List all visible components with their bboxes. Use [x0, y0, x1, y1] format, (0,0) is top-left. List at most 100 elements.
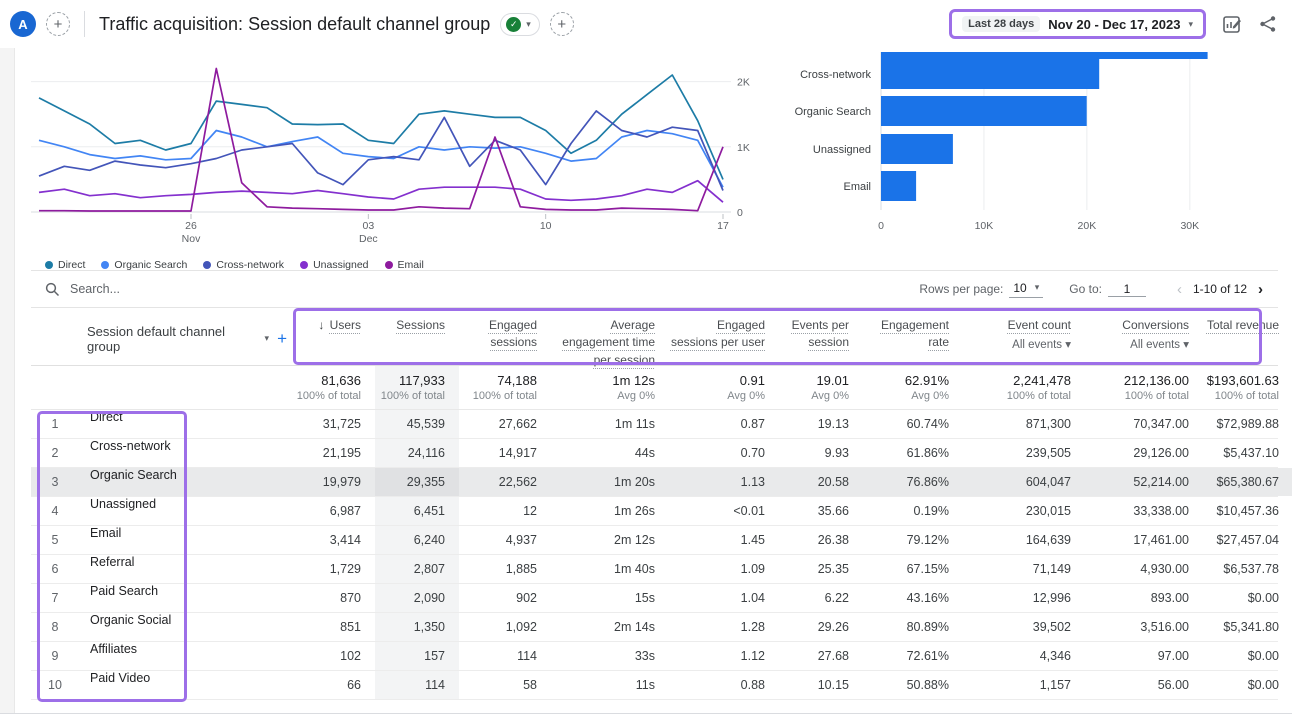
table-row[interactable]: 3Organic Search19,97929,35522,5621m 20s1… [31, 468, 1278, 497]
column-header-users[interactable]: ↓ Users [287, 308, 375, 369]
row-number: 10 [31, 671, 79, 699]
legend-dot-icon [203, 261, 211, 269]
table-row[interactable]: 4Unassigned6,9876,451121m 26s<0.0135.660… [31, 497, 1278, 526]
table-row[interactable]: 6Referral1,7292,8071,8851m 40s1.0925.356… [31, 555, 1278, 584]
column-label[interactable]: Total revenue [1207, 318, 1279, 332]
chevron-down-icon: ▾ [526, 19, 531, 30]
column-header-average-engagement-time-per-session[interactable]: Average engagement time per session [551, 308, 669, 369]
legend-item-cross-network[interactable]: Cross-network [203, 259, 284, 271]
metric-cell: 24,116 [375, 439, 459, 467]
column-header-engagement-rate[interactable]: Engagement rate [863, 308, 963, 369]
metric-cell: 31,725 [287, 410, 375, 438]
column-label[interactable]: Engaged sessions [489, 318, 537, 349]
search-input[interactable] [70, 282, 370, 296]
rows-per-page-select[interactable]: 10 ▾ [1009, 281, 1043, 298]
legend-item-email[interactable]: Email [385, 259, 424, 271]
table-row[interactable]: 5Email3,4146,2404,9372m 12s1.4526.3879.1… [31, 526, 1278, 555]
column-label[interactable]: Event count [1008, 318, 1071, 332]
column-label[interactable]: Events per session [792, 318, 849, 349]
column-event-filter[interactable]: All events ▾ [1130, 337, 1189, 354]
metric-cell: 1.28 [669, 613, 779, 641]
add-dimension-icon[interactable]: + [277, 329, 287, 349]
column-label[interactable]: Engagement rate [881, 318, 949, 349]
column-header-total-revenue[interactable]: Total revenue [1203, 308, 1292, 369]
svg-text:17: 17 [717, 220, 729, 232]
table-row[interactable]: 2Cross-network21,19524,11614,91744s0.709… [31, 439, 1278, 468]
column-label[interactable]: Conversions [1122, 318, 1189, 332]
metric-cell: 871,300 [963, 410, 1085, 438]
totals-value: 19.01 [816, 373, 849, 388]
totals-sub-label: 100% of total [381, 390, 445, 402]
metric-cell: $0.00 [1203, 584, 1292, 612]
table-search[interactable] [45, 282, 919, 297]
channel-name: Organic Social [79, 613, 287, 641]
metric-cell: 1m 11s [551, 410, 669, 438]
report-saved-badge[interactable]: ✓ ▾ [500, 13, 540, 36]
metric-cell: 14,917 [459, 439, 551, 467]
legend-item-direct[interactable]: Direct [45, 259, 85, 271]
chevron-down-icon: ▾ [1188, 19, 1193, 30]
legend-item-organic-search[interactable]: Organic Search [101, 259, 187, 271]
add-comparison-icon[interactable]: + [46, 12, 70, 36]
metric-cell: 1,885 [459, 555, 551, 583]
column-header-event-count[interactable]: Event count All events ▾ [963, 308, 1085, 369]
metric-cell: 1,092 [459, 613, 551, 641]
column-event-filter[interactable]: All events ▾ [1012, 337, 1071, 354]
metric-cell: 17,461.00 [1085, 526, 1203, 554]
metric-cell: 29.26 [779, 613, 863, 641]
row-number: 8 [31, 613, 79, 641]
metric-cell: 6.22 [779, 584, 863, 612]
table-row[interactable]: 9Affiliates10215711433s1.1227.6872.61%4,… [31, 642, 1278, 671]
legend-item-unassigned[interactable]: Unassigned [300, 259, 368, 271]
totals-cell: $193,601.63100% of total [1203, 366, 1292, 409]
metric-cell: 902 [459, 584, 551, 612]
column-label[interactable]: Users [330, 318, 361, 332]
prev-page-icon[interactable]: ‹ [1172, 281, 1187, 298]
users-over-time-line-chart[interactable]: 01K2K26Nov03Dec1017 DirectOrganic Search… [31, 52, 771, 270]
table-row[interactable]: 7Paid Search8702,09090215s1.046.2243.16%… [31, 584, 1278, 613]
charts-panel: 01K2K26Nov03Dec1017 DirectOrganic Search… [15, 48, 1292, 270]
goto-page-input[interactable] [1108, 282, 1146, 297]
metric-cell: 851 [287, 613, 375, 641]
svg-text:Cross-network: Cross-network [800, 69, 871, 81]
totals-value: 81,636 [321, 373, 361, 388]
legend-dot-icon [101, 261, 109, 269]
date-range-picker[interactable]: Last 28 days Nov 20 - Dec 17, 2023 ▾ [949, 9, 1206, 39]
next-page-icon[interactable]: › [1253, 281, 1268, 298]
column-header-engaged-sessions-per-user[interactable]: Engaged sessions per user [669, 308, 779, 369]
metric-cell: 870 [287, 584, 375, 612]
totals-value: 212,136.00 [1124, 373, 1189, 388]
table-row[interactable]: 8Organic Social8511,3501,0922m 14s1.2829… [31, 613, 1278, 642]
column-label[interactable]: Average engagement time per session [562, 318, 655, 367]
table-row[interactable]: 10Paid Video661145811s0.8810.1550.88%1,1… [31, 671, 1278, 700]
traffic-table: Session default channel group▾+↓ UsersSe… [31, 308, 1278, 700]
column-label[interactable]: Sessions [396, 318, 445, 332]
column-header-sessions[interactable]: Sessions [375, 308, 459, 369]
sort-descending-icon[interactable]: ↓ [318, 318, 327, 332]
column-label[interactable]: Engaged sessions per user [671, 318, 765, 349]
channel-name: Unassigned [79, 497, 287, 525]
add-icon[interactable]: + [550, 12, 574, 36]
metric-cell: 9.93 [779, 439, 863, 467]
metric-cell: $0.00 [1203, 671, 1292, 699]
metric-cell: 97.00 [1085, 642, 1203, 670]
share-icon[interactable] [1258, 14, 1278, 34]
column-header-conversions[interactable]: Conversions All events ▾ [1085, 308, 1203, 369]
metric-cell: 15s [551, 584, 669, 612]
totals-cell: 1m 12sAvg 0% [551, 366, 669, 409]
dimension-header[interactable]: Session default channel group▾+ [31, 308, 287, 369]
column-header-engaged-sessions[interactable]: Engaged sessions [459, 308, 551, 369]
users-by-channel-bar-chart[interactable]: 010K20K30KCross-networkOrganic SearchUna… [776, 52, 1278, 270]
metric-cell: 3,516.00 [1085, 613, 1203, 641]
svg-text:Dec: Dec [359, 233, 378, 245]
table-row[interactable]: 1Direct31,72545,53927,6621m 11s0.8719.13… [31, 410, 1278, 439]
row-number: 7 [31, 584, 79, 612]
column-header-events-per-session[interactable]: Events per session [779, 308, 863, 369]
metric-cell: 27,662 [459, 410, 551, 438]
account-avatar[interactable]: A [10, 11, 36, 37]
metric-cell: 26.38 [779, 526, 863, 554]
customize-report-icon[interactable] [1222, 14, 1242, 34]
metric-cell: 157 [375, 642, 459, 670]
metric-cell: 2,090 [375, 584, 459, 612]
metric-cell: 1,157 [963, 671, 1085, 699]
